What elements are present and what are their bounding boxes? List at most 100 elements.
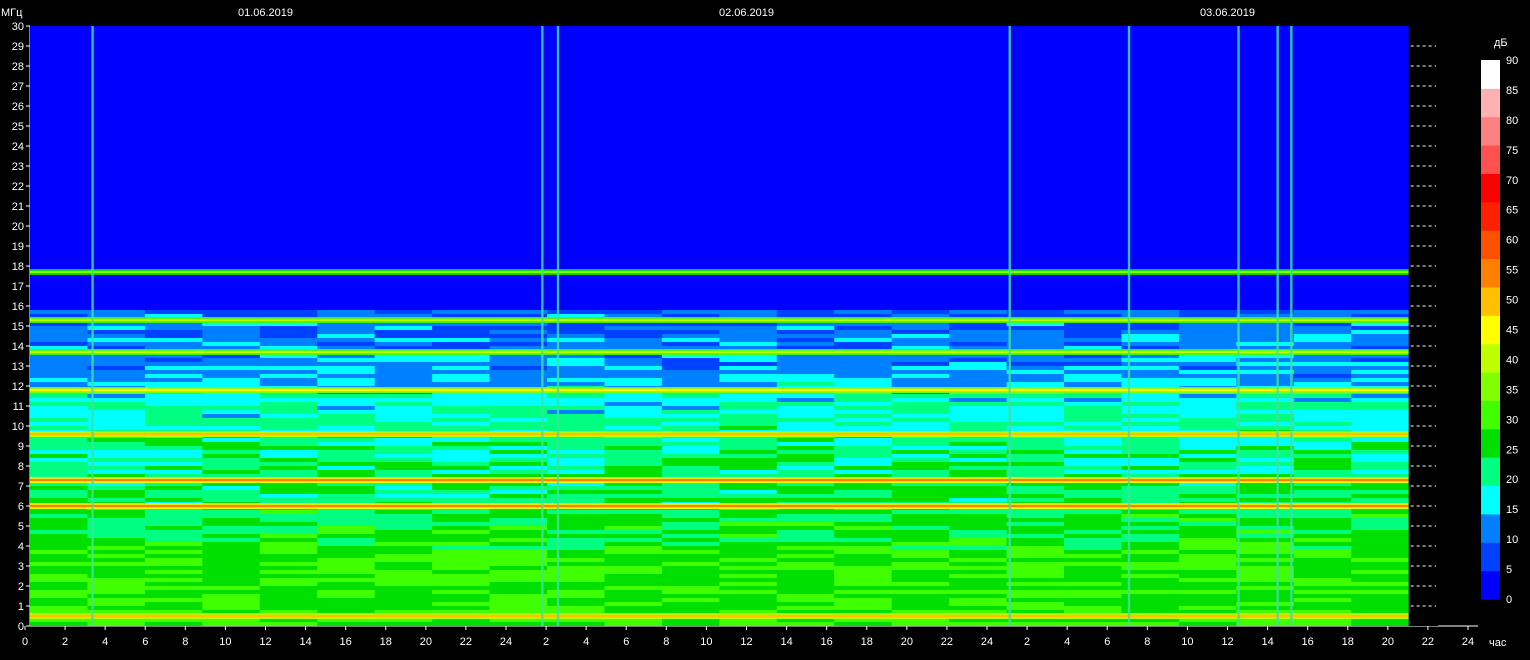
colorbar-tick-label: 80 (1506, 115, 1518, 127)
colorbar-tick-label: 30 (1506, 414, 1518, 426)
heat-cell (1236, 330, 1295, 334)
heat-cell (1178, 454, 1237, 458)
heat-cell (489, 310, 548, 314)
heat-cell (259, 494, 318, 498)
heat-cell (776, 486, 835, 490)
heat-cell (547, 526, 605, 530)
heat-cell (891, 574, 950, 578)
heat-cell (317, 578, 376, 582)
heat-cell (317, 326, 376, 330)
colorbar-tick-label: 15 (1506, 504, 1518, 516)
heat-cell (949, 530, 1008, 534)
heat-cell (1064, 582, 1122, 586)
heat-cell (259, 582, 318, 586)
heat-cell (374, 330, 433, 334)
heat-cell (317, 494, 376, 498)
heat-cell (144, 566, 203, 570)
heat-cell (489, 598, 548, 602)
heat-cell (87, 606, 146, 610)
heat-cell (547, 398, 605, 402)
heat-cell (1064, 622, 1122, 626)
y-tick-label: 30 (12, 21, 24, 33)
heat-cell (949, 334, 1008, 338)
colorbar-swatch (1481, 145, 1500, 174)
heat-cell (259, 394, 318, 398)
heat-cell (547, 522, 605, 526)
heat-cell (1351, 574, 1410, 578)
heat-cell (489, 494, 548, 498)
heat-cell (202, 362, 261, 366)
heat-cell (1064, 554, 1122, 558)
heat-cell (1178, 338, 1237, 342)
heat-cell (834, 590, 893, 594)
heat-cell (776, 494, 835, 498)
heat-cell (949, 574, 1008, 578)
date-label: 01.06.2019 (238, 7, 293, 19)
heat-cell (891, 602, 950, 606)
heat-cell (1178, 578, 1237, 582)
heat-cell (1006, 518, 1065, 522)
heat-cell (776, 518, 835, 522)
heat-cell (547, 446, 605, 450)
heat-cell (661, 398, 720, 402)
heat-cell (1064, 458, 1122, 462)
heat-cell (87, 534, 146, 538)
heat-cell (1178, 358, 1237, 362)
heat-cell (317, 394, 376, 398)
heat-cell (604, 374, 663, 378)
heat-cell (776, 606, 835, 610)
heat-cell (202, 582, 261, 586)
heat-cell (1064, 406, 1122, 410)
heat-cell (1293, 394, 1352, 398)
heat-cell (1178, 558, 1237, 562)
heat-cell (661, 406, 720, 410)
heat-cell (834, 466, 893, 470)
heat-cell (1293, 586, 1352, 590)
heat-cell (202, 498, 261, 502)
heat-cell (661, 326, 720, 330)
x-tick-label: 12 (740, 636, 752, 648)
heat-cell (776, 406, 835, 410)
heat-cell (834, 378, 893, 382)
heat-cell (547, 498, 605, 502)
heat-cell (834, 362, 893, 366)
heat-cell (202, 438, 261, 442)
heat-cell (834, 586, 893, 590)
heat-cell (1178, 550, 1237, 554)
heat-cell (604, 562, 663, 566)
heat-cell (87, 454, 146, 458)
heat-cell (259, 554, 318, 558)
heat-cell (30, 534, 88, 538)
heat-cell (1351, 398, 1410, 402)
heat-cell (891, 566, 950, 570)
heat-cell (1006, 414, 1065, 418)
heat-cell (1006, 582, 1065, 586)
heat-cell (776, 358, 835, 362)
heat-cell (489, 458, 548, 462)
heat-cell (949, 522, 1008, 526)
heat-cell (1236, 418, 1295, 422)
heat-cell (144, 558, 203, 562)
heat-cell (1293, 330, 1352, 334)
heat-cell (1293, 398, 1352, 402)
heat-cell (547, 442, 605, 446)
heat-cell (317, 546, 376, 550)
heat-cell (1293, 514, 1352, 518)
heat-cell (374, 598, 433, 602)
heat-cell (719, 374, 778, 378)
heat-cell (144, 462, 203, 466)
heat-cell (604, 622, 663, 626)
heat-cell (144, 374, 203, 378)
heat-cell (374, 418, 433, 422)
heat-cell (1236, 546, 1295, 550)
heat-cell (719, 538, 778, 542)
heat-cell (604, 410, 663, 414)
colorbar: 051015202530354045505560657075808590 (1481, 55, 1518, 606)
heat-cell (661, 458, 720, 462)
heat-cell (317, 470, 376, 474)
heat-cell (661, 310, 720, 314)
heat-cell (834, 498, 893, 502)
heat-cell (1006, 498, 1065, 502)
heat-cell (1293, 546, 1352, 550)
heat-cell (317, 542, 376, 546)
